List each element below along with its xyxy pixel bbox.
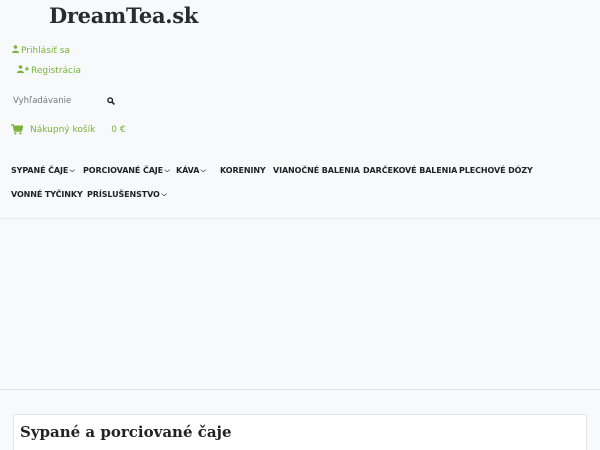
nav-label: VONNÉ TYČINKY bbox=[11, 190, 83, 199]
search-icon bbox=[107, 97, 115, 105]
hero-banner bbox=[0, 218, 600, 390]
chevron-down-icon: ⌵ bbox=[69, 166, 76, 174]
user-plus-icon bbox=[17, 65, 29, 76]
site-logo[interactable]: DreamTea.sk bbox=[49, 3, 198, 28]
chevron-down-icon: ⌵ bbox=[161, 190, 167, 198]
nav-item-plechove-dozy[interactable]: PLECHOVÉ DÓZY bbox=[459, 166, 533, 175]
nav-label: KORENINY bbox=[220, 166, 266, 175]
register-link[interactable]: Registrácia bbox=[17, 65, 81, 76]
chevron-down-icon: ⌵ bbox=[200, 166, 207, 174]
nav-item-sypane-caje[interactable]: SYPANÉ ČAJE ⌵ bbox=[11, 166, 75, 175]
search-form bbox=[12, 93, 120, 109]
section-title: Sypané a porciované čaje bbox=[20, 423, 232, 441]
search-button[interactable] bbox=[104, 94, 118, 108]
nav-label: KÁVA bbox=[176, 166, 200, 175]
nav-label: PRÍSLUŠENSTVO bbox=[87, 190, 160, 199]
nav-label: PLECHOVÉ DÓZY bbox=[459, 166, 533, 175]
cart-icon bbox=[11, 124, 23, 135]
login-link[interactable]: Prihlásiť sa bbox=[12, 45, 70, 56]
cart-total: 0 € bbox=[111, 124, 126, 135]
chevron-down-icon: ⌵ bbox=[164, 166, 170, 174]
category-panel: Sypané a porciované čaje bbox=[13, 414, 587, 450]
main-navigation: SYPANÉ ČAJE ⌵ PORCIOVANÉ ČAJE ⌵ KÁVA ⌵ K… bbox=[0, 159, 600, 209]
nav-label: DARČEKOVÉ BALENIA bbox=[363, 166, 458, 175]
search-input[interactable] bbox=[12, 93, 104, 109]
login-label: Prihlásiť sa bbox=[21, 45, 70, 56]
nav-item-koreniny[interactable]: KORENINY bbox=[220, 166, 266, 175]
nav-item-vianocne-balenia[interactable]: VIANOČNÉ BALENIA bbox=[273, 166, 360, 175]
nav-label: SYPANÉ ČAJE bbox=[11, 166, 69, 175]
register-label: Registrácia bbox=[31, 65, 81, 76]
nav-item-kava[interactable]: KÁVA ⌵ bbox=[176, 166, 206, 175]
nav-item-porciovane-caje[interactable]: PORCIOVANÉ ČAJE ⌵ bbox=[83, 166, 170, 175]
cart-link[interactable]: Nákupný košík 0 € bbox=[11, 124, 126, 135]
cart-label: Nákupný košík bbox=[30, 124, 96, 135]
nav-item-darcekove-balenia[interactable]: DARČEKOVÉ BALENIA bbox=[363, 166, 457, 175]
user-icon bbox=[12, 45, 19, 56]
nav-label: VIANOČNÉ BALENIA bbox=[273, 166, 360, 175]
nav-item-prislusenstvo[interactable]: PRÍSLUŠENSTVO ⌵ bbox=[87, 190, 167, 199]
nav-label: PORCIOVANÉ ČAJE bbox=[83, 166, 164, 175]
nav-item-vonne-tycinky[interactable]: VONNÉ TYČINKY bbox=[11, 190, 83, 199]
